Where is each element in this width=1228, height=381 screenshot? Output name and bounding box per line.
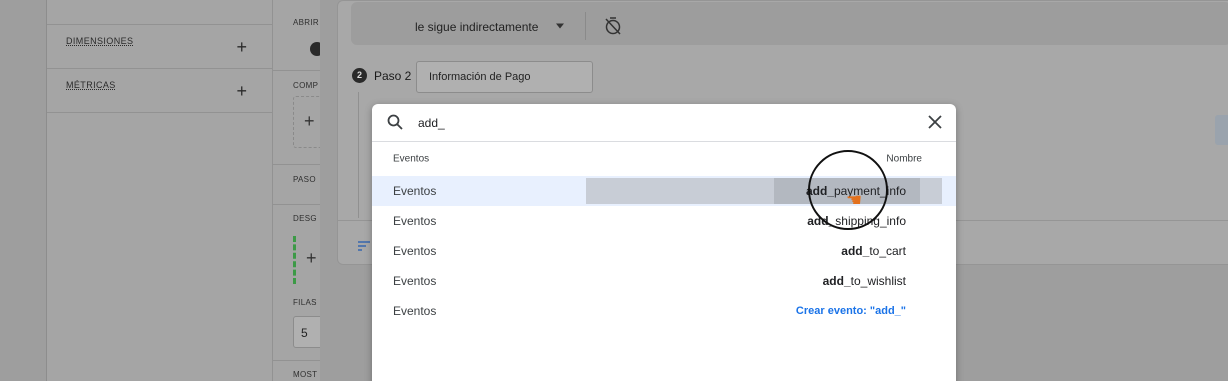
rows-value: 5 [301,326,308,340]
list-item-category: Eventos [393,244,437,258]
column-header-category: Eventos [393,153,430,165]
sidebar-item-dimensions[interactable]: DIMENSIONES + [47,25,273,69]
settings-label: MOST [293,370,318,379]
list-item-category: Eventos [393,184,437,198]
tab-settings-panel: ABRIR COMP + PASO DESG + FILAS 5 MOST [273,0,320,381]
create-event-item[interactable]: Eventos Crear evento: "add_" [372,296,956,326]
compare-dropzone[interactable]: + [293,96,320,148]
list-item-category: Eventos [393,304,437,318]
settings-label: ABRIR [293,18,319,27]
divider [273,204,320,205]
sidebar-row-top [47,0,273,25]
timer-off-icon[interactable] [604,16,622,41]
settings-label: PASO [293,175,316,184]
relation-select[interactable]: le sigue indirectamente [415,20,538,34]
divider [585,12,586,40]
breakdown-dropzone[interactable]: + [293,236,320,284]
list-item[interactable]: Eventos add_to_wishlist [372,266,956,296]
step-name-field[interactable]: Información de Pago [416,61,593,93]
divider [273,70,320,71]
sidebar-item-label: MÉTRICAS [66,80,116,90]
search-input[interactable] [418,113,878,133]
chevron-down-icon[interactable] [556,23,564,29]
search-bar [372,104,956,142]
divider [273,360,320,361]
settings-label: FILAS [293,298,317,307]
close-icon[interactable] [928,115,942,134]
list-item-name: add_to_wishlist [822,274,906,288]
settings-label: COMP [293,81,319,90]
variables-sidebar: DIMENSIONES + MÉTRICAS + [47,0,273,381]
left-rail [0,0,47,381]
step-connector [358,92,359,218]
step-filter-bar: le sigue indirectamente [351,2,1228,45]
sidebar-item-label: DIMENSIONES [66,36,134,46]
create-event-link[interactable]: Crear evento: "add_" [796,305,906,317]
side-tab[interactable] [1215,115,1228,145]
remove-icon[interactable] [310,42,320,56]
plus-icon: + [306,248,317,268]
step-name-value: Información de Pago [429,71,531,83]
filter-icon[interactable] [358,238,370,256]
divider [273,164,320,165]
plus-icon: + [304,111,315,131]
add-metric-icon[interactable]: + [236,82,247,100]
sidebar-item-metrics[interactable]: MÉTRICAS + [47,69,273,113]
add-dimension-icon[interactable]: + [236,38,247,56]
search-icon [387,114,403,135]
step-label: Paso 2 [374,69,412,83]
list-item-category: Eventos [393,214,437,228]
step-number-badge: 2 [352,68,367,83]
rows-field[interactable]: 5 [293,316,320,348]
list-item[interactable]: Eventos add_to_cart [372,236,956,266]
list-item-category: Eventos [393,274,437,288]
settings-label: DESG [293,214,317,223]
list-item-name: add_to_cart [841,244,906,258]
hand-pointer-icon: ☚ [846,190,863,210]
event-picker-dropdown: Eventos Nombre Eventos add_payment_info … [372,104,956,381]
column-header-name: Nombre [886,153,922,165]
